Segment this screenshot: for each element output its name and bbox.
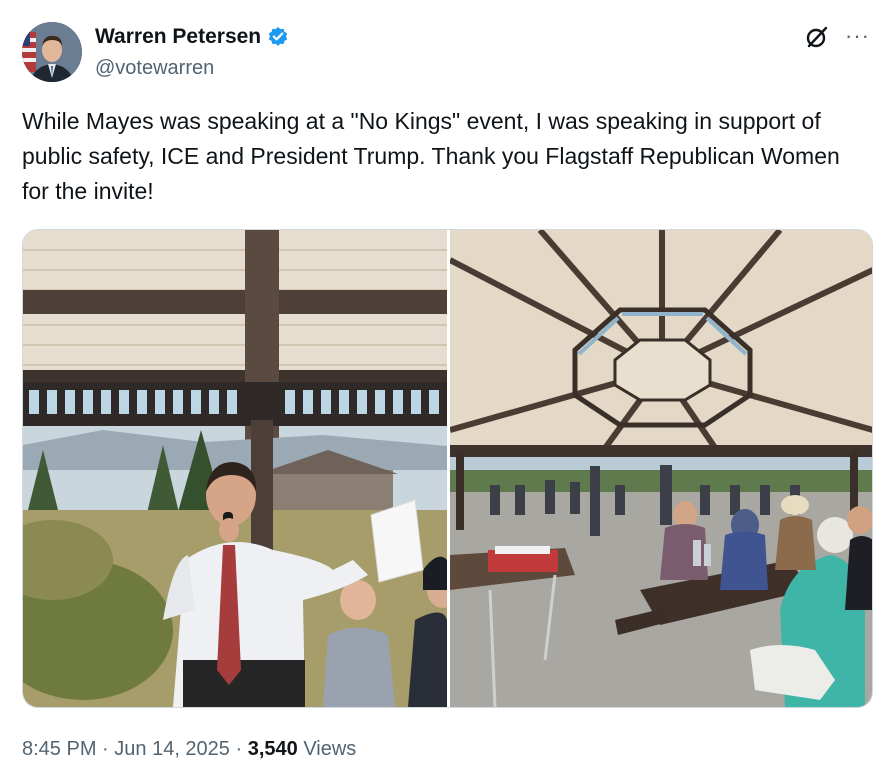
author-name-row: Warren Petersen bbox=[95, 24, 289, 50]
pavilion-audience-photo[interactable] bbox=[450, 230, 872, 707]
tweet-date[interactable]: Jun 14, 2025 bbox=[114, 738, 230, 760]
views-count: 3,540 bbox=[247, 738, 298, 760]
tweet-text: While Mayes was speaking at a "No Kings"… bbox=[22, 108, 840, 204]
meta-separator: · bbox=[229, 738, 248, 760]
author-handle[interactable]: @votewarren bbox=[95, 56, 214, 80]
tweet-card[interactable]: Warren Petersen @votewarren ··· While Ma… bbox=[0, 0, 896, 776]
grok-icon[interactable] bbox=[804, 24, 830, 50]
meta-separator: · bbox=[96, 738, 115, 760]
media-grid bbox=[22, 229, 873, 708]
speaker-at-microphone-photo[interactable] bbox=[23, 230, 447, 707]
tweet-time[interactable]: 8:45 PM bbox=[22, 738, 96, 760]
more-horizontal-icon[interactable]: ··· bbox=[845, 25, 870, 47]
verified-badge-icon[interactable] bbox=[267, 26, 289, 48]
tweet-meta: 8:45 PM · Jun 14, 2025 · 3,540 Views bbox=[22, 736, 356, 762]
profile-photo-icon bbox=[22, 22, 82, 82]
avatar[interactable] bbox=[22, 22, 82, 82]
author-display-name[interactable]: Warren Petersen bbox=[95, 24, 261, 50]
views-label: Views bbox=[297, 738, 357, 760]
